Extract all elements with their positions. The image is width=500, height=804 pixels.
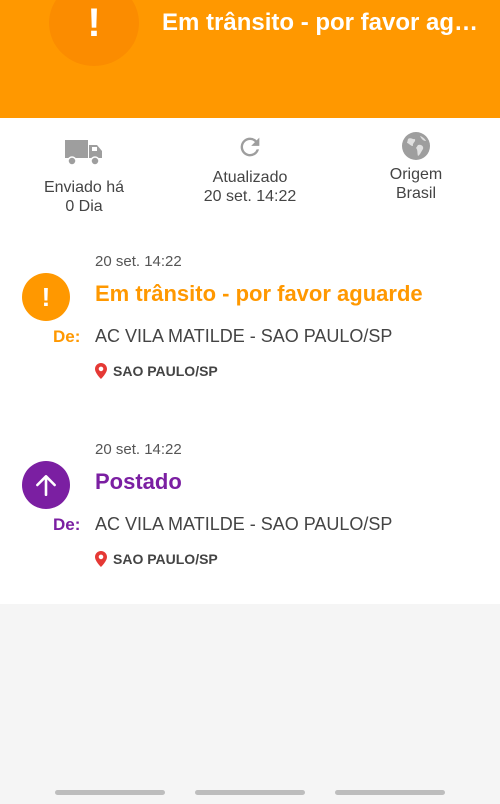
- globe-icon: [370, 130, 462, 162]
- event-status: Em trânsito - por favor aguarde: [95, 281, 423, 306]
- location-pin-icon: [95, 551, 107, 567]
- stat-sent-line2: 0 Dia: [65, 198, 103, 215]
- header-status-circle: !: [49, 0, 139, 66]
- event-status: Postado: [95, 469, 182, 494]
- refresh-icon[interactable]: [190, 132, 310, 162]
- event-status-circle: [22, 461, 70, 509]
- event-time: 20 set. 14:22: [95, 441, 182, 458]
- exclamation-icon: !: [41, 281, 51, 312]
- event-time: 20 set. 14:22: [95, 253, 182, 270]
- event-location-text: SAO PAULO/SP: [113, 363, 218, 379]
- header-title: Em trânsito - por favor aguarde: [162, 9, 482, 36]
- stat-sent-line1: Enviado há: [43, 179, 125, 196]
- event-location: SAO PAULO/SP: [95, 551, 218, 567]
- event-from-label: De:: [53, 515, 81, 534]
- truck-icon: [30, 134, 138, 170]
- location-pin-icon: [95, 363, 107, 379]
- stat-updated: Atualizado 20 set. 14:22: [190, 132, 310, 206]
- event-from-label: De:: [53, 327, 81, 346]
- exclamation-icon: !: [87, 1, 101, 45]
- event-location: SAO PAULO/SP: [95, 363, 218, 379]
- stat-sent: Enviado há 0 Dia: [30, 134, 138, 216]
- status-header: ! Em trânsito - por favor aguarde: [0, 0, 500, 118]
- stat-origin: Origem Brasil: [370, 130, 462, 203]
- event-from: AC VILA MATILDE - SAO PAULO/SP: [95, 326, 393, 346]
- stat-updated-line1: Atualizado: [212, 169, 288, 186]
- tracking-card: Enviado há 0 Dia Atualizado 20 set. 14:2…: [0, 118, 500, 604]
- event-location-text: SAO PAULO/SP: [113, 551, 218, 567]
- event-status-circle: !: [22, 273, 70, 321]
- event-from: AC VILA MATILDE - SAO PAULO/SP: [95, 514, 393, 534]
- nav-bar-center[interactable]: [195, 790, 305, 795]
- stat-updated-line2: 20 set. 14:22: [203, 188, 297, 205]
- nav-bar-right[interactable]: [335, 790, 445, 795]
- stat-origin-line2: Brasil: [395, 185, 436, 202]
- nav-bar-left[interactable]: [55, 790, 165, 795]
- arrow-up-icon: [36, 475, 56, 497]
- stat-origin-line1: Origem: [389, 166, 443, 183]
